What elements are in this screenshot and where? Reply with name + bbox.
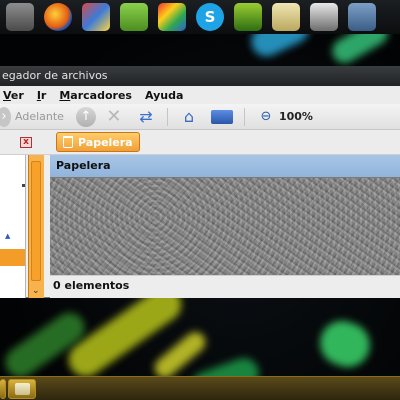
- scrollbar-thumb[interactable]: [31, 161, 41, 281]
- taskbar-button[interactable]: [0, 379, 6, 399]
- zoom-out-icon: ⊖: [260, 109, 272, 124]
- window-title: egador de archivos: [2, 69, 108, 82]
- menu-bar: Ver Ir Marcadores Ayuda: [0, 86, 400, 104]
- places-sidebar[interactable]: ▲: [0, 155, 26, 298]
- chevron-down-icon[interactable]: ⌄: [32, 286, 40, 296]
- path-button-label: Papelera: [78, 135, 133, 149]
- zoom-out-button[interactable]: ⊖: [253, 106, 279, 128]
- forward-arrow-icon: ›: [0, 106, 11, 127]
- wallpaper-streak: [313, 314, 377, 374]
- location-bar: x Papelera: [0, 130, 400, 155]
- toolbar: › Adelante ↑ ✕ ⇄ ⌂ ⊖ 100%: [0, 104, 400, 130]
- path-button-papelera[interactable]: Papelera: [56, 132, 140, 152]
- eject-icon[interactable]: ▲: [5, 232, 10, 240]
- content-header: Papelera: [50, 155, 400, 177]
- bottom-panel: [0, 376, 400, 400]
- reload-icon: ⇄: [139, 107, 153, 126]
- file-manager-window: egador de archivos Ver Ir Marcadores Ayu…: [0, 66, 400, 298]
- window-titlebar[interactable]: egador de archivos: [0, 66, 400, 86]
- generic-app-icon[interactable]: [6, 3, 34, 31]
- menu-marcadores[interactable]: Marcadores: [59, 89, 132, 102]
- reload-button[interactable]: ⇄: [133, 106, 159, 128]
- home-button[interactable]: ⌂: [176, 106, 202, 128]
- stop-button[interactable]: ✕: [101, 106, 127, 128]
- stop-icon: ✕: [106, 106, 122, 127]
- toolbar-separator: [243, 107, 245, 126]
- firefox-icon[interactable]: [44, 3, 72, 31]
- top-launcher-panel: S: [0, 0, 400, 34]
- up-button[interactable]: ↑: [73, 106, 99, 128]
- lock-icon[interactable]: [348, 3, 376, 31]
- sidebar-dot: [22, 184, 25, 187]
- folder-icon[interactable]: [272, 3, 300, 31]
- window-body: ▲ ⌄ Papelera 0 elementos: [0, 155, 400, 298]
- close-pane-icon[interactable]: x: [20, 136, 32, 148]
- nvidia-icon[interactable]: [234, 3, 262, 31]
- phone-icon[interactable]: [310, 3, 338, 31]
- forward-label: Adelante: [15, 110, 64, 123]
- menu-ir[interactable]: Ir: [37, 89, 47, 102]
- status-bar: 0 elementos: [50, 275, 400, 298]
- zoom-level[interactable]: 100%: [279, 110, 313, 123]
- toolbar-separator: [166, 107, 168, 126]
- computer-icon: [210, 109, 233, 124]
- up-arrow-icon: ↑: [75, 106, 96, 127]
- paint-icon[interactable]: [82, 3, 110, 31]
- skype-icon[interactable]: S: [196, 3, 224, 31]
- file-view[interactable]: [50, 177, 400, 275]
- menu-ver[interactable]: Ver: [3, 89, 24, 102]
- folder-icon: [15, 383, 30, 395]
- gem-icon[interactable]: [158, 3, 186, 31]
- menu-ayuda[interactable]: Ayuda: [145, 89, 183, 102]
- android-icon[interactable]: [120, 3, 148, 31]
- sidebar-selected-item[interactable]: [0, 249, 25, 266]
- trash-icon: [63, 136, 73, 148]
- computer-button[interactable]: [208, 106, 236, 128]
- sidebar-scrollbar[interactable]: ⌄: [28, 155, 44, 298]
- home-icon: ⌂: [183, 107, 195, 126]
- content-pane: Papelera 0 elementos: [50, 155, 400, 298]
- taskbar-file-manager-button[interactable]: [8, 379, 36, 399]
- forward-button[interactable]: › Adelante: [0, 106, 67, 128]
